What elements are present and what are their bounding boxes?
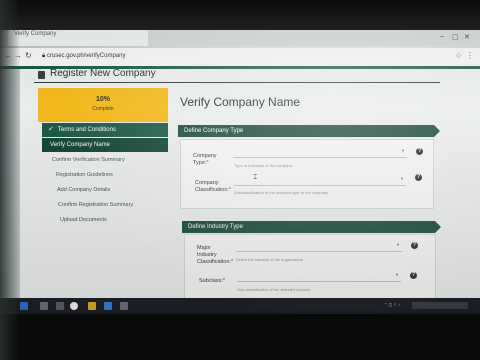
browser-tab[interactable]: Verify Company [8,28,148,46]
system-tray-icons[interactable]: ⌃ ◫ ⚐ ♪ [384,302,400,307]
file-explorer-icon[interactable] [88,302,96,310]
monitor-bezel-top [0,0,480,30]
major-industry-hint: Select the industry of the organization [236,257,303,262]
search-icon[interactable] [40,302,48,310]
sidebar-item-upload-documents[interactable]: Upload Documents [60,217,107,223]
chevron-down-icon: ▼ [395,272,399,277]
chrome-icon[interactable] [70,302,78,310]
sidebar-item-confirm-registration-summary[interactable]: Confirm Registration Summary [58,202,133,208]
section-heading: Define Industry Type [188,224,243,230]
major-industry-label: Major Industry Classification:* [197,245,234,265]
page-header-title: Register New Company [50,68,156,79]
minimize-icon[interactable]: – [440,33,444,40]
major-industry-select[interactable]: ▼ [236,241,402,252]
close-window-icon[interactable]: ✕ [464,33,470,41]
clock[interactable] [412,302,468,309]
main-title: Verify Company Name [180,95,301,109]
sidebar-item-confirm-verification-summary[interactable]: Confirm Verification Summary [52,157,125,163]
sidebar-item-terms-and-conditions[interactable]: ✔ Terms and Conditions [42,123,168,137]
bookmark-star-icon[interactable]: ☆ [455,51,462,60]
progress-percent: 10% [95,96,110,103]
header-divider [34,82,440,83]
help-icon[interactable]: ? [416,148,423,155]
sidebar-item-verify-company-name[interactable]: Verify Company Name [42,138,168,152]
reload-icon[interactable]: ↻ [25,51,32,60]
section-header-industry-type: Define Industry Type [182,221,441,233]
subclass-select[interactable]: ▼ [237,271,401,282]
help-icon[interactable]: ? [410,272,417,279]
chevron-down-icon: ▼ [396,242,400,247]
progress-label: Complete [92,106,114,112]
chevron-down-icon: ▼ [401,148,405,153]
maximize-icon[interactable]: ▢ [452,33,459,41]
company-type-select[interactable]: ▼ [233,147,407,158]
sidebar-item-add-company-details[interactable]: Add Company Details [57,187,110,193]
subclass-hint: Sub-classification of the selected indus… [237,287,311,292]
subclass-label: Subclass:* [199,278,225,284]
browser-tab-strip: Verify Company [0,28,480,46]
section-header-company-type: Define Company Type [178,125,440,137]
progress-box: 10% Complete [38,88,168,122]
monitor-bezel-bottom [0,314,480,360]
url-text: crusec.gov.ph/verifyCompany [46,53,126,59]
edge-icon[interactable] [104,302,112,310]
company-classification-select[interactable]: ▼ [234,175,406,186]
sidebar-item-label: Verify Company Name [50,142,111,148]
windows-start-icon[interactable] [20,302,28,310]
browser-tab-title: Verify Company [14,31,57,37]
help-icon[interactable]: ? [415,174,422,181]
company-type-label: Company Type:* [193,153,217,166]
section-heading: Define Company Type [184,128,244,134]
sidebar-item-label: Terms and Conditions [57,127,116,133]
url-field[interactable]: 🔒︎ crusec.gov.ph/verifyCompany [42,50,442,63]
store-icon[interactable] [120,302,128,310]
monitor-edge-shadow [0,0,20,360]
help-icon[interactable]: ? [411,242,418,249]
browser-menu-icon[interactable]: ⋮ [466,51,474,60]
company-classification-hint: Subclassification of the selected type o… [234,190,329,195]
monitor-photo: Verify Company – ▢ ✕ ← → ↻ 🔒︎ crusec.gov… [0,0,480,360]
mouse-cursor-icon: ⌶ [253,174,258,181]
check-icon: ✔ [48,126,54,133]
register-icon [38,71,45,79]
company-type-hint: Type of business of the company [234,163,293,168]
task-view-icon[interactable] [56,302,64,310]
sidebar-item-registration-guidelines[interactable]: Registration Guidelines [56,172,113,178]
chevron-down-icon: ▼ [400,176,404,181]
company-classification-label: Company Classification:* [195,180,232,193]
address-bar: ← → ↻ 🔒︎ crusec.gov.ph/verifyCompany ☆ ⋮ [0,48,480,67]
